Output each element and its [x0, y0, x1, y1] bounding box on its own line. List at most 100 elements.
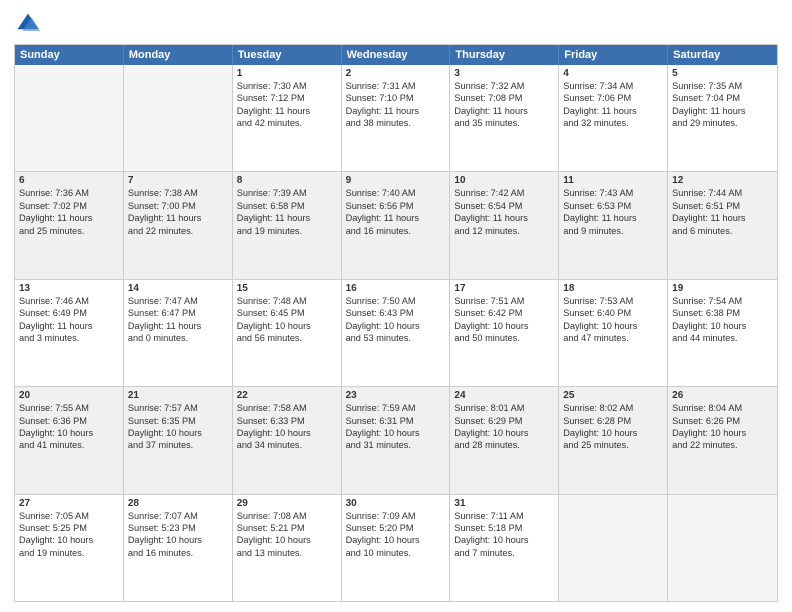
table-row — [668, 495, 777, 601]
table-row: 19Sunrise: 7:54 AMSunset: 6:38 PMDayligh… — [668, 280, 777, 386]
cell-info-line: Sunrise: 7:47 AM — [128, 295, 228, 307]
cell-info-line: Sunset: 6:40 PM — [563, 307, 663, 319]
cell-info-line: Sunset: 7:00 PM — [128, 200, 228, 212]
day-number: 25 — [563, 390, 663, 401]
day-of-week-sunday: Sunday — [15, 45, 124, 65]
cell-info-line: Sunrise: 7:43 AM — [563, 187, 663, 199]
page: SundayMondayTuesdayWednesdayThursdayFrid… — [0, 0, 792, 612]
table-row: 20Sunrise: 7:55 AMSunset: 6:36 PMDayligh… — [15, 387, 124, 493]
day-number: 7 — [128, 175, 228, 186]
cell-info-line: Daylight: 10 hours — [237, 534, 337, 546]
day-of-week-monday: Monday — [124, 45, 233, 65]
week-row-2: 6Sunrise: 7:36 AMSunset: 7:02 PM Daylight… — [15, 171, 777, 278]
cell-info-line: and 42 minutes. — [237, 117, 337, 129]
cell-info-line: and 10 minutes. — [346, 547, 446, 559]
cell-info-line: Sunrise: 7:05 AM — [19, 510, 119, 522]
calendar: SundayMondayTuesdayWednesdayThursdayFrid… — [14, 44, 778, 602]
table-row: 16Sunrise: 7:50 AMSunset: 6:43 PMDayligh… — [342, 280, 451, 386]
cell-info-line: and 22 minutes. — [672, 439, 773, 451]
cell-info-line: Sunrise: 7:36 AM — [19, 187, 119, 199]
cell-info-line: Daylight: 11 hours — [346, 105, 446, 117]
day-number: 26 — [672, 390, 773, 401]
table-row: 7Sunrise: 7:38 AMSunset: 7:00 PMDaylight… — [124, 172, 233, 278]
cell-info-line: and 19 minutes. — [237, 225, 337, 237]
cell-info-line: and 44 minutes. — [672, 332, 773, 344]
cell-info-line: Sunset: 5:18 PM — [454, 522, 554, 534]
cell-info-line: Daylight: 11 hours — [128, 320, 228, 332]
cell-info-line: and 7 minutes. — [454, 547, 554, 559]
table-row: 14Sunrise: 7:47 AMSunset: 6:47 PMDayligh… — [124, 280, 233, 386]
cell-info-line: and 28 minutes. — [454, 439, 554, 451]
table-row — [124, 65, 233, 171]
day-number: 6 — [19, 175, 119, 186]
cell-info-line: Daylight: 11 hours — [237, 105, 337, 117]
cell-info-line: and 6 minutes. — [672, 225, 773, 237]
cell-info-line: and 16 minutes. — [128, 547, 228, 559]
cell-info-line: Sunrise: 7:44 AM — [672, 187, 773, 199]
cell-info-line: Sunrise: 7:59 AM — [346, 402, 446, 414]
week-row-4: 20Sunrise: 7:55 AMSunset: 6:36 PMDayligh… — [15, 386, 777, 493]
day-of-week-friday: Friday — [559, 45, 668, 65]
day-number: 30 — [346, 498, 446, 509]
cell-info-line: and 34 minutes. — [237, 439, 337, 451]
cell-info-line: Sunset: 7:12 PM — [237, 92, 337, 104]
day-number: 9 — [346, 175, 446, 186]
cell-info-line: Sunset: 6:45 PM — [237, 307, 337, 319]
cell-info-line: Sunrise: 8:04 AM — [672, 402, 773, 414]
table-row: 27Sunrise: 7:05 AMSunset: 5:25 PMDayligh… — [15, 495, 124, 601]
day-number: 11 — [563, 175, 663, 186]
cell-info-line: Sunset: 7:06 PM — [563, 92, 663, 104]
table-row: 26Sunrise: 8:04 AMSunset: 6:26 PMDayligh… — [668, 387, 777, 493]
cell-info-line: Daylight: 10 hours — [128, 427, 228, 439]
cell-info-line: Daylight: 11 hours — [19, 320, 119, 332]
cell-info-line: Sunset: 6:29 PM — [454, 415, 554, 427]
cell-info-line: and 22 minutes. — [128, 225, 228, 237]
week-row-3: 13Sunrise: 7:46 AMSunset: 6:49 PMDayligh… — [15, 279, 777, 386]
cell-info-line: and 56 minutes. — [237, 332, 337, 344]
table-row: 17Sunrise: 7:51 AMSunset: 6:42 PMDayligh… — [450, 280, 559, 386]
cell-info-line: Daylight: 11 hours — [128, 212, 228, 224]
cell-info-line: Sunset: 7:02 PM — [19, 200, 119, 212]
day-number: 3 — [454, 68, 554, 79]
day-of-week-tuesday: Tuesday — [233, 45, 342, 65]
cell-info-line: Sunrise: 7:31 AM — [346, 80, 446, 92]
cell-info-line: and 37 minutes. — [128, 439, 228, 451]
table-row: 11Sunrise: 7:43 AMSunset: 6:53 PMDayligh… — [559, 172, 668, 278]
cell-info-line: and 3 minutes. — [19, 332, 119, 344]
week-row-1: 1Sunrise: 7:30 AMSunset: 7:12 PMDaylight… — [15, 65, 777, 171]
table-row: 2Sunrise: 7:31 AMSunset: 7:10 PMDaylight… — [342, 65, 451, 171]
table-row: 1Sunrise: 7:30 AMSunset: 7:12 PMDaylight… — [233, 65, 342, 171]
cell-info-line: Daylight: 10 hours — [454, 320, 554, 332]
cell-info-line: Sunset: 6:31 PM — [346, 415, 446, 427]
day-of-week-wednesday: Wednesday — [342, 45, 451, 65]
day-number: 19 — [672, 283, 773, 294]
cell-info-line: Sunset: 6:33 PM — [237, 415, 337, 427]
cell-info-line: Sunrise: 7:58 AM — [237, 402, 337, 414]
cell-info-line: and 25 minutes. — [19, 225, 119, 237]
cell-info-line: Sunrise: 7:30 AM — [237, 80, 337, 92]
cell-info-line: and 25 minutes. — [563, 439, 663, 451]
cell-info-line: Sunset: 7:08 PM — [454, 92, 554, 104]
cell-info-line: Sunrise: 7:35 AM — [672, 80, 773, 92]
cell-info-line: and 41 minutes. — [19, 439, 119, 451]
table-row: 25Sunrise: 8:02 AMSunset: 6:28 PMDayligh… — [559, 387, 668, 493]
cell-info-line: Sunrise: 7:08 AM — [237, 510, 337, 522]
cell-info-line: Sunrise: 7:55 AM — [19, 402, 119, 414]
cell-info-line: Sunset: 5:21 PM — [237, 522, 337, 534]
table-row: 13Sunrise: 7:46 AMSunset: 6:49 PMDayligh… — [15, 280, 124, 386]
day-number: 18 — [563, 283, 663, 294]
cell-info-line: Sunset: 6:35 PM — [128, 415, 228, 427]
day-number: 4 — [563, 68, 663, 79]
table-row — [559, 495, 668, 601]
header — [14, 10, 778, 38]
cell-info-line: and 0 minutes. — [128, 332, 228, 344]
logo-icon — [14, 10, 42, 38]
cell-info-line: and 32 minutes. — [563, 117, 663, 129]
day-number: 24 — [454, 390, 554, 401]
table-row: 9Sunrise: 7:40 AMSunset: 6:56 PMDaylight… — [342, 172, 451, 278]
cell-info-line: Sunrise: 7:50 AM — [346, 295, 446, 307]
cell-info-line: Daylight: 10 hours — [672, 320, 773, 332]
day-number: 14 — [128, 283, 228, 294]
day-of-week-thursday: Thursday — [450, 45, 559, 65]
day-number: 31 — [454, 498, 554, 509]
